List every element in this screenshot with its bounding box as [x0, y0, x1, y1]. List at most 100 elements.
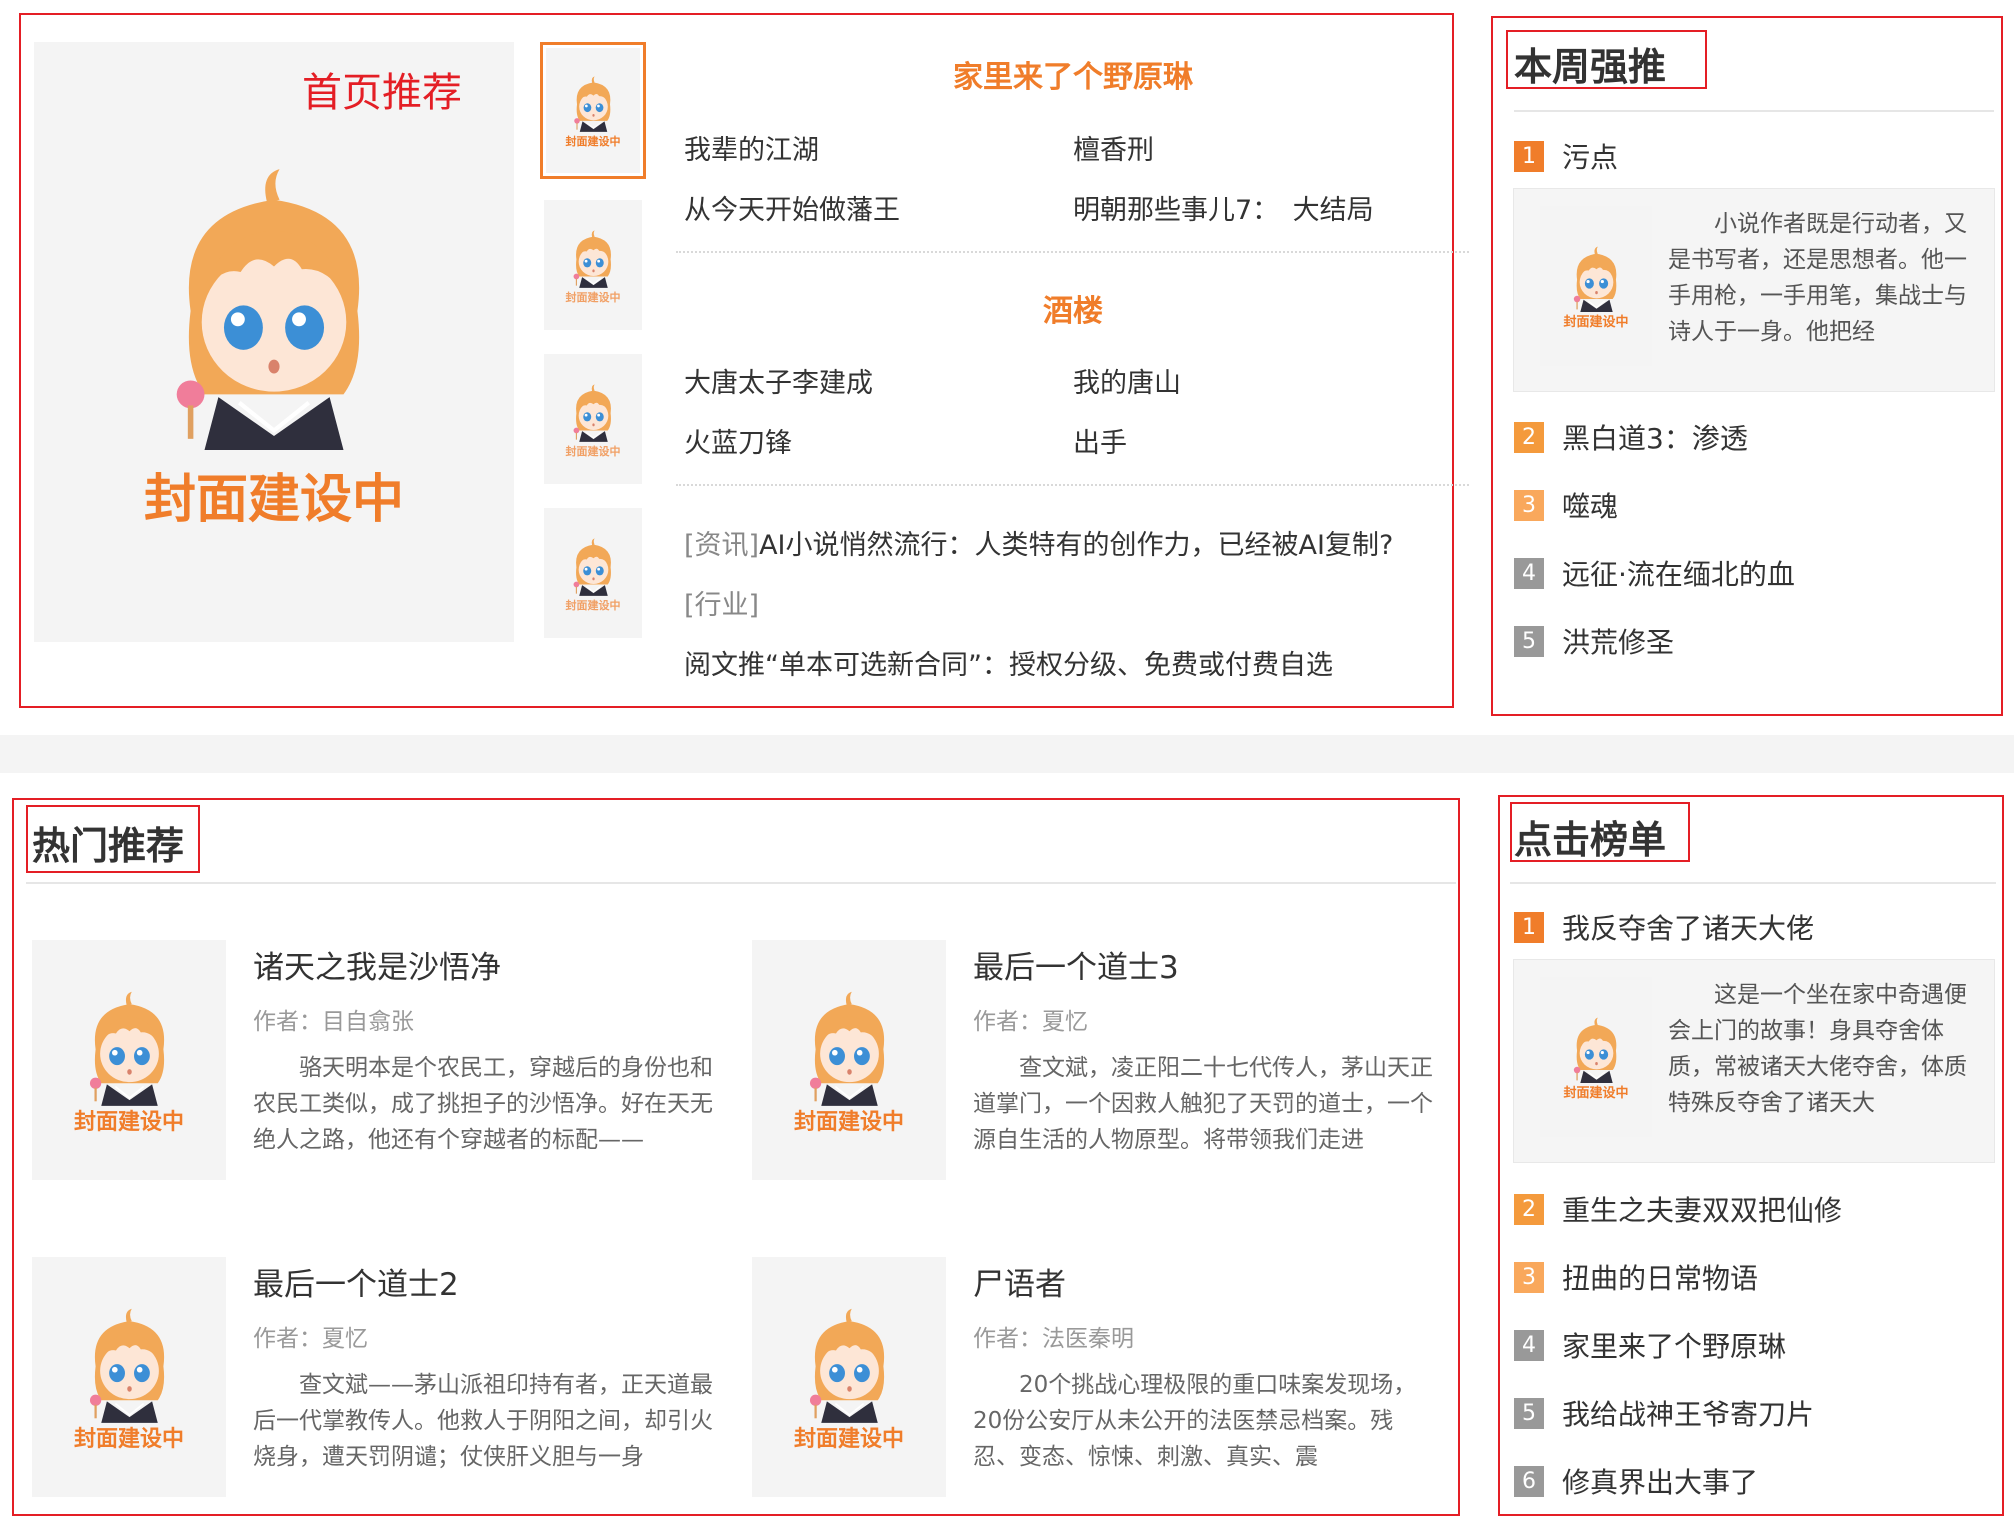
cover-illustration — [566, 74, 621, 132]
cover-illustration — [73, 987, 186, 1106]
rank-item[interactable]: 3 噬魂 — [1514, 485, 1618, 525]
cover-label: 封面建设中 — [793, 1109, 904, 1135]
clicks-title: 点击榜单 — [1514, 818, 1667, 862]
cover-label: 封面建设中 — [793, 1426, 904, 1452]
cover-label: 封面建设中 — [1563, 314, 1629, 330]
divider — [1510, 882, 1996, 884]
book-link[interactable]: 大唐太子李建成 — [684, 361, 873, 400]
book-desc: 查文斌，凌正阳二十七代传人，茅山天正道掌门，一个因救人触犯了天罚的道士，一个源自… — [973, 1055, 1433, 1153]
rank-title: 我反夺舍了诸天大佬 — [1562, 912, 1815, 945]
rank-number: 5 — [1514, 625, 1544, 657]
divider — [1514, 110, 1994, 112]
book-link[interactable]: 明朝那些事儿7： 大结局 — [1073, 188, 1374, 227]
recommend-main-cover[interactable]: 封面建设中 — [34, 42, 514, 642]
divider — [676, 484, 1469, 486]
book-cover[interactable]: 封面建设中 — [32, 940, 226, 1180]
rank-item[interactable]: 3 扭曲的日常物语 — [1514, 1257, 1758, 1297]
rank-number: 1 — [1514, 911, 1544, 943]
divider — [676, 251, 1469, 253]
thumb-cover[interactable]: 封面建设中 — [544, 508, 642, 638]
rank-title: 噬魂 — [1562, 490, 1619, 523]
cover-label: 封面建设中 — [1563, 1085, 1629, 1101]
book-link[interactable]: 我的唐山 — [1073, 361, 1181, 400]
rank-number: 3 — [1514, 1261, 1544, 1293]
section-separator — [0, 735, 2014, 773]
book-author: 作者：法医秦明 — [973, 1326, 1134, 1352]
rank-title: 远征·流在缅北的血 — [1562, 558, 1795, 591]
rank-number: 5 — [1514, 1397, 1544, 1429]
book-author: 作者：夏忆 — [973, 1009, 1088, 1035]
book-link[interactable]: 檀香刑 — [1073, 128, 1154, 167]
cover-illustration — [73, 1304, 186, 1423]
book-cover[interactable]: 封面建设中 — [752, 1257, 946, 1497]
rank-number: 2 — [1514, 1193, 1544, 1225]
rank-item[interactable]: 5 洪荒修圣 — [1514, 621, 1674, 661]
book-title[interactable]: 诸天之我是沙悟净 — [253, 942, 501, 987]
rank-title: 我给战神王爷寄刀片 — [1562, 1398, 1815, 1431]
book-link[interactable]: 从今天开始做藩王 — [684, 188, 900, 227]
book-title[interactable]: 最后一个道士2 — [253, 1259, 459, 1304]
cover-label: 封面建设中 — [73, 1109, 184, 1135]
book-cover[interactable]: 封面建设中 — [32, 1257, 226, 1497]
rank-number: 4 — [1514, 1329, 1544, 1361]
rank-number: 2 — [1514, 421, 1544, 453]
rank-card-desc: 小说作者既是行动者，又是书写者，还是思想者。他一手用枪，一手用笔，集战士与诗人于… — [1668, 211, 1967, 345]
hot-book-title[interactable]: 家里来了个野原琳 — [773, 52, 1373, 96]
rank-card-desc: 这是一个坐在家中奇遇便会上门的故事！身具夺舍体质，常被诸天大佬夺舍，体质特殊反夺… — [1668, 982, 1967, 1116]
weekly-title: 本周强推 — [1514, 45, 1667, 89]
rank-number: 3 — [1514, 489, 1544, 521]
thumb-cover[interactable]: 封面建设中 — [544, 200, 642, 330]
book-link[interactable]: 我辈的江湖 — [684, 128, 819, 167]
cover-label: 封面建设中 — [565, 598, 621, 612]
book-title[interactable]: 尸语者 — [973, 1259, 1066, 1304]
book-desc: 查文斌——茅山派祖印持有者，正天道最后一代掌教传人。他救人于阴阳之间，却引火烧身… — [253, 1372, 713, 1470]
cover-illustration — [1564, 1015, 1629, 1083]
rank-number: 1 — [1514, 140, 1544, 172]
divider — [26, 882, 1456, 884]
rank-item[interactable]: 2 黑白道3：渗透 — [1514, 417, 1748, 457]
cover-label: 封面建设中 — [143, 470, 404, 530]
cover-illustration — [565, 228, 622, 288]
rank-item[interactable]: 4 远征·流在缅北的血 — [1514, 553, 1795, 593]
book-desc: 骆天明本是个农民工，穿越后的身份也和农民工类似，成了挑担子的沙悟净。好在天无绝人… — [253, 1055, 713, 1153]
news-item[interactable]: [行业] — [684, 583, 759, 622]
rank-title: 黑白道3：渗透 — [1562, 422, 1748, 455]
rank-item[interactable]: 6 修真界出大事了 — [1514, 1461, 1758, 1501]
book-desc: 20个挑战心理极限的重口味案发现场，20份公安厅从未公开的法医禁忌档案。残忍、变… — [973, 1372, 1417, 1470]
rank-card-cover[interactable]: 封面建设中 — [1540, 206, 1652, 366]
rank-item[interactable]: 4 家里来了个野原琳 — [1514, 1325, 1786, 1365]
rank-number: 4 — [1514, 557, 1544, 589]
rank-item[interactable]: 1 污点 — [1514, 136, 1618, 176]
thumb-cover[interactable]: 封面建设中 — [544, 354, 642, 484]
book-title[interactable]: 最后一个道士3 — [973, 942, 1179, 987]
news-item[interactable]: 阅文推“单本可选新合同”：授权分级、免费或付费自选 — [684, 643, 1333, 682]
rank-number: 6 — [1514, 1465, 1544, 1497]
rank-item[interactable]: 1 我反夺舍了诸天大佬 — [1514, 907, 1814, 947]
rank-item[interactable]: 2 重生之夫妻双双把仙修 — [1514, 1189, 1842, 1229]
cover-label: 封面建设中 — [565, 290, 621, 304]
cover-illustration — [1564, 244, 1629, 312]
news-text: 阅文推“单本可选新合同”：授权分级、免费或付费自选 — [684, 650, 1333, 681]
cover-illustration — [793, 1304, 906, 1423]
cover-label: 封面建设中 — [565, 135, 621, 148]
book-author: 作者：夏忆 — [253, 1326, 368, 1352]
book-author: 作者：目自翕张 — [253, 1009, 414, 1035]
cover-illustration — [565, 382, 622, 442]
news-tag: [资讯] — [684, 530, 760, 561]
book-link[interactable]: 火蓝刀锋 — [684, 421, 792, 460]
recommend-label: 首页推荐 — [302, 70, 462, 116]
rank-title: 洪荒修圣 — [1562, 626, 1675, 659]
cover-illustration — [135, 158, 413, 450]
rank-title: 重生之夫妻双双把仙修 — [1562, 1194, 1843, 1227]
hot-book-title[interactable]: 酒楼 — [773, 286, 1373, 330]
cover-illustration — [565, 536, 622, 596]
rank-card-cover[interactable]: 封面建设中 — [1540, 977, 1652, 1137]
thumb-cover[interactable]: 封面建设中 — [546, 48, 640, 173]
news-item[interactable]: [资讯]AI小说悄然流行：人类特有的创作力，已经被AI复制? — [684, 523, 1393, 562]
hot-title: 热门推荐 — [32, 824, 185, 868]
cover-label: 封面建设中 — [73, 1426, 184, 1452]
book-cover[interactable]: 封面建设中 — [752, 940, 946, 1180]
rank-title: 污点 — [1562, 141, 1619, 174]
rank-item[interactable]: 5 我给战神王爷寄刀片 — [1514, 1393, 1814, 1433]
book-link[interactable]: 出手 — [1073, 421, 1127, 460]
